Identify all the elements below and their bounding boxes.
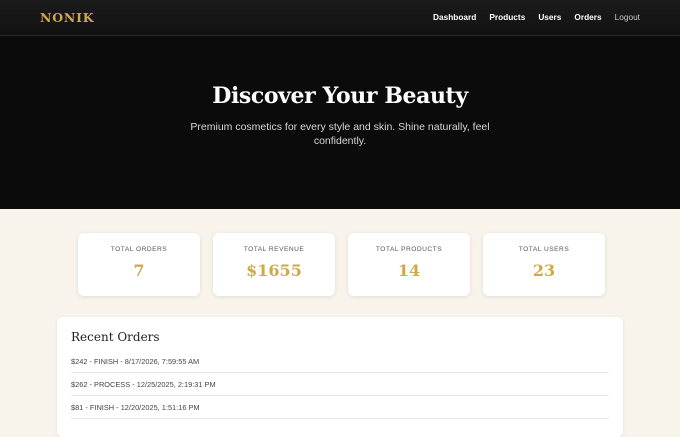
list-item[interactable]: $242 - FINISH - 8/17/2026, 7:59:55 AM [71, 350, 609, 373]
stat-label: TOTAL REVENUE [243, 246, 305, 253]
list-item[interactable]: $81 - FINISH - 12/20/2025, 1:51:16 PM [71, 396, 609, 419]
hero-subtitle: Premium cosmetics for every style and sk… [190, 121, 490, 147]
nav-link-dashboard[interactable]: Dashboard [433, 12, 476, 22]
stat-card-total-products: TOTAL PRODUCTS 14 [348, 233, 470, 296]
nav-link-users[interactable]: Users [538, 12, 561, 22]
stat-label: TOTAL USERS [518, 246, 570, 253]
nav-links: Dashboard Products Users Orders Logout [433, 12, 640, 22]
stat-label: TOTAL PRODUCTS [375, 246, 443, 253]
stat-card-total-users: TOTAL USERS 23 [483, 233, 605, 296]
nav-link-logout[interactable]: Logout [615, 12, 640, 22]
stat-value: 14 [397, 261, 421, 280]
top-navbar: NONIK Dashboard Products Users Orders Lo… [0, 0, 680, 36]
stats-row: TOTAL ORDERS 7 TOTAL REVENUE $1655 TOTAL… [78, 233, 605, 296]
stat-card-total-orders: TOTAL ORDERS 7 [78, 233, 200, 296]
list-item[interactable]: $262 - PROCESS - 12/25/2025, 2:19:31 PM [71, 373, 609, 396]
stat-value: 23 [532, 261, 556, 280]
stat-value: $1655 [246, 261, 302, 280]
nav-link-orders[interactable]: Orders [574, 12, 601, 22]
brand-logo[interactable]: NONIK [40, 10, 94, 25]
hero-banner: Discover Your Beauty Premium cosmetics f… [0, 36, 680, 209]
hero-title: Discover Your Beauty [212, 83, 468, 109]
stat-label: TOTAL ORDERS [110, 246, 168, 253]
nav-link-products[interactable]: Products [489, 12, 525, 22]
stat-value: 7 [133, 261, 145, 280]
recent-orders-panel: Recent Orders $242 - FINISH - 8/17/2026,… [57, 317, 623, 437]
stat-card-total-revenue: TOTAL REVENUE $1655 [213, 233, 335, 296]
order-list: $242 - FINISH - 8/17/2026, 7:59:55 AM $2… [71, 350, 609, 419]
recent-orders-title: Recent Orders [71, 330, 160, 344]
